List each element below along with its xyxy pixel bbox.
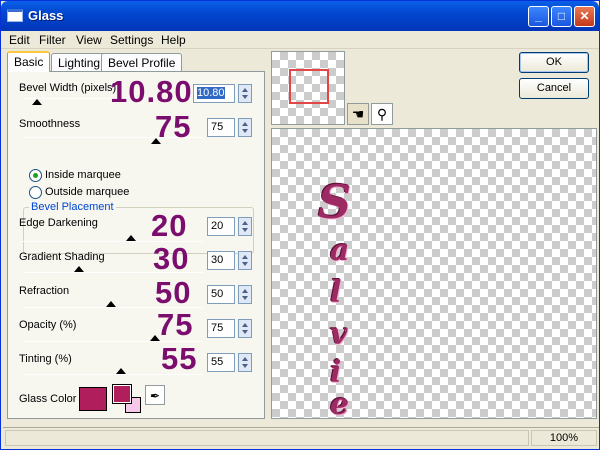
smoothness-input[interactable]: 75 [207,118,235,137]
smoothness-label: Smoothness [19,118,81,130]
tab-lighting[interactable]: Lighting [51,53,108,72]
gradient-shading-spinner[interactable] [238,251,252,270]
bevel-width-overlay: 10.80 [110,74,193,109]
smoothness-spinner[interactable] [238,118,252,137]
bevel-width-slider-thumb[interactable] [32,99,42,105]
status-message-area [5,430,529,446]
menu-bar: Edit Filter View Settings Help [1,31,599,49]
preview-letter: i [330,355,342,390]
glass-color-swatch[interactable] [79,387,107,411]
bevel-placement-title: Bevel Placement [29,201,116,213]
ok-button[interactable]: OK [519,52,589,73]
gradient-shading-overlay: 30 [153,241,190,276]
refraction-slider-thumb[interactable] [106,301,116,307]
bevel-width-spinner[interactable] [238,84,252,103]
eyedropper-icon[interactable]: ✒ [145,385,165,405]
inside-marquee-radio[interactable] [29,169,42,182]
bevel-width-input[interactable]: 10.80 [193,84,235,103]
edge-darkening-label: Edge Darkening [19,217,98,229]
edge-darkening-slider-thumb[interactable] [126,235,136,241]
gradient-shading-label: Gradient Shading [19,251,105,263]
maximize-button[interactable]: □ [551,6,572,27]
cancel-button[interactable]: Cancel [519,78,589,99]
refraction-input[interactable]: 50 [207,285,235,304]
opacity-label: Opacity (%) [19,319,77,331]
pan-hand-icon[interactable]: ☚ [347,103,369,125]
tinting-overlay: 55 [161,341,198,376]
preview-letter: e [330,387,350,422]
glass-color-primary-small-swatch[interactable] [112,384,132,404]
tinting-spinner[interactable] [238,353,252,372]
settings-panel: Basic Lighting Bevel Profile Bevel Width… [3,51,267,421]
gradient-shading-slider-thumb[interactable] [74,266,84,272]
refraction-spinner[interactable] [238,285,252,304]
tinting-label: Tinting (%) [19,353,72,365]
preview-letter: l [330,275,342,310]
tinting-slider-thumb[interactable] [116,368,126,374]
gradient-shading-input[interactable]: 30 [207,251,235,270]
preview-letter: v [330,317,348,352]
preview-panel: ☚ ⚲ OK Cancel Salvie [269,51,599,422]
smoothness-overlay: 75 [155,109,192,144]
navigator-thumbnail[interactable] [271,51,345,125]
menu-help[interactable]: Help [161,33,186,47]
edge-darkening-overlay: 20 [151,208,188,243]
navigator-viewport-rect[interactable] [289,69,329,104]
menu-edit[interactable]: Edit [9,33,30,47]
refraction-overlay: 50 [155,275,192,310]
window-icon [7,9,23,22]
menu-view[interactable]: View [76,33,102,47]
preview-letter: S [318,175,352,229]
menu-settings[interactable]: Settings [110,33,153,47]
bevel-width-value: 10.80 [197,87,225,99]
opacity-spinner[interactable] [238,319,252,338]
opacity-overlay: 75 [157,307,194,342]
window-title: Glass [28,8,64,23]
minimize-button[interactable]: _ [528,6,549,27]
glass-color-label: Glass Color [19,393,77,405]
zoom-magnifier-icon[interactable]: ⚲ [371,103,393,125]
tab-basic[interactable]: Basic [7,51,51,72]
title-bar: Glass _ □ ✕ [1,1,599,31]
glass-dialog: Glass _ □ ✕ Edit Filter View Settings He… [0,0,600,450]
tab-bevel-profile[interactable]: Bevel Profile [101,53,183,72]
outside-marquee-radio[interactable] [29,186,42,199]
preview-letter: a [330,233,350,268]
refraction-label: Refraction [19,285,70,297]
bevel-width-label: Bevel Width (pixels) [19,82,117,94]
tinting-input[interactable]: 55 [207,353,235,372]
inside-marquee-label[interactable]: Inside marquee [45,169,121,181]
menu-filter[interactable]: Filter [39,33,66,47]
opacity-input[interactable]: 75 [207,319,235,338]
status-bar: 100% [3,427,599,447]
outside-marquee-label[interactable]: Outside marquee [45,186,129,198]
preview-canvas[interactable]: Salvie [271,128,597,422]
edge-darkening-input[interactable]: 20 [207,217,235,236]
preview-glass-text: Salvie [316,175,376,422]
close-button[interactable]: ✕ [574,6,595,27]
zoom-status: 100% [531,430,597,446]
edge-darkening-spinner[interactable] [238,217,252,236]
